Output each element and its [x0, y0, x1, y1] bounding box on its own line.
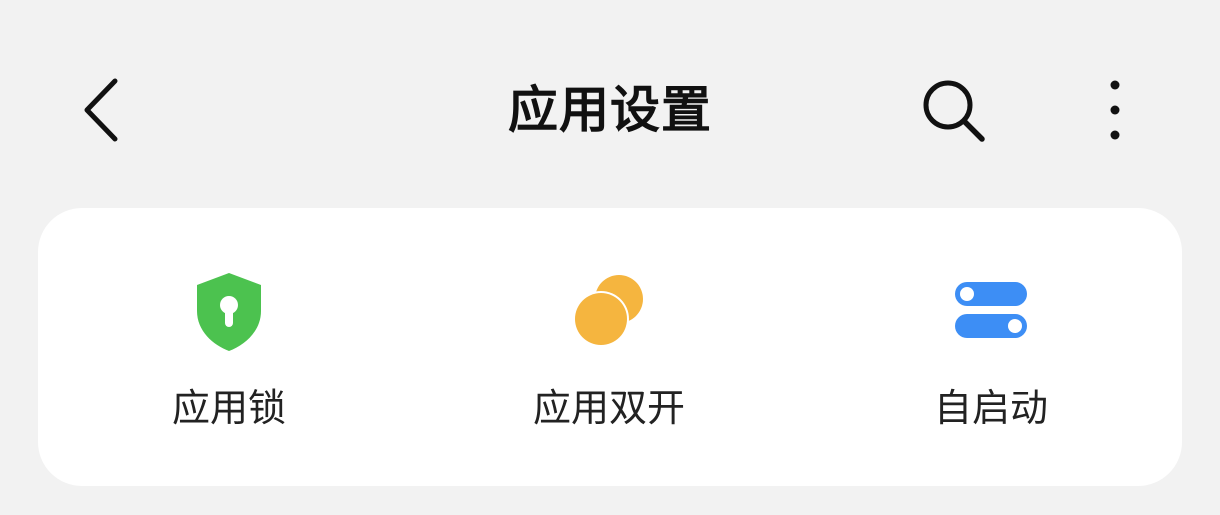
autostart-label: 自启动 [933, 386, 1048, 430]
back-button[interactable] [62, 60, 142, 160]
toggle-switches-icon [946, 266, 1036, 356]
search-icon [923, 80, 985, 142]
dual-circles-icon [564, 266, 654, 356]
header: 应用设置 [0, 0, 1220, 200]
chevron-left-icon [84, 78, 118, 142]
shield-lock-icon [184, 266, 274, 356]
search-button[interactable] [905, 65, 1000, 155]
dual-apps-label: 应用双开 [532, 386, 685, 430]
feature-card: 应用锁 应用双开 自启动 [38, 208, 1182, 486]
dual-apps-item[interactable]: 应用双开 [459, 248, 759, 448]
more-vertical-icon [1110, 80, 1120, 140]
app-lock-label: 应用锁 [171, 386, 286, 430]
autostart-item[interactable]: 自启动 [841, 248, 1141, 448]
page-title: 应用设置 [508, 81, 712, 139]
more-options-button[interactable] [1080, 65, 1150, 155]
app-lock-item[interactable]: 应用锁 [79, 248, 379, 448]
